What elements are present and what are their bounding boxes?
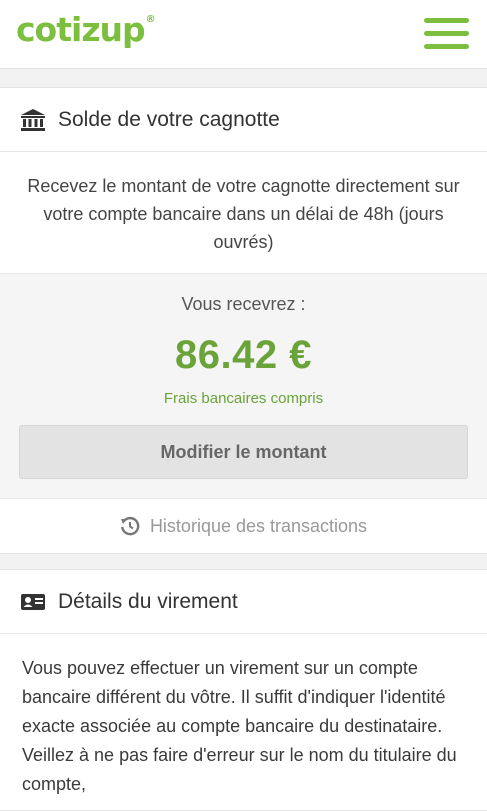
transaction-history-link[interactable]: Historique des transactions [0, 499, 487, 553]
history-label: Historique des transactions [149, 515, 368, 536]
transfer-title: Détails du virement [58, 589, 238, 613]
balance-card: Solde de votre cagnotte Recevez le monta… [0, 87, 487, 554]
cotizup-logo[interactable]: cotizup® [16, 10, 156, 49]
top-bar: cotizup® [0, 0, 487, 69]
fees-note: Frais bancaires compris [163, 390, 324, 407]
logo-text: cotizup [16, 10, 146, 49]
balance-intro-text: Recevez le montant de votre cagnotte dir… [0, 152, 487, 274]
transfer-description: Vous pouvez effectuer un virement sur un… [22, 658, 457, 794]
balance-card-header: Solde de votre cagnotte [0, 88, 487, 152]
history-icon [120, 516, 140, 536]
modify-amount-button[interactable]: Modifier le montant [19, 425, 468, 479]
balance-title: Solde de votre cagnotte [58, 107, 280, 131]
payout-panel: Vous recevrez : 86.42 € Frais bancaires … [0, 274, 487, 499]
registered-mark: ® [145, 14, 156, 25]
receive-label: Vous recevrez : [181, 294, 306, 314]
transfer-card: Détails du virement Vous pouvez effectue… [0, 569, 487, 811]
id-card-icon [20, 589, 46, 615]
payout-amount: 86.42 € [175, 333, 312, 377]
transfer-card-header: Détails du virement [0, 570, 487, 634]
hamburger-menu-icon[interactable] [424, 18, 469, 51]
bank-icon [20, 107, 46, 133]
